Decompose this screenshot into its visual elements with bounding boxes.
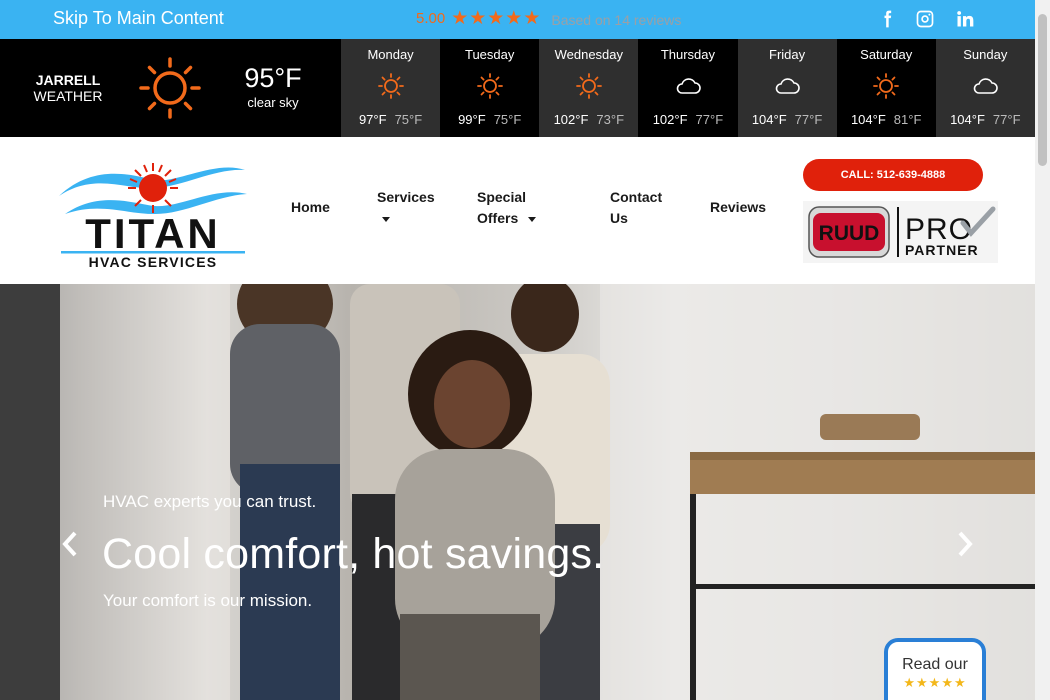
forecast-temps: 104°F 77°F: [936, 112, 1035, 127]
titan-hvac-logo[interactable]: TITAN HVAC SERVICES: [55, 152, 251, 270]
chevron-left-icon: [62, 531, 77, 557]
sun-icon: [377, 73, 404, 99]
forecast-low: 73°F: [596, 112, 625, 127]
forecast-low: 77°F: [992, 112, 1021, 127]
cloud-icon: [676, 78, 701, 94]
site-header: TITAN HVAC SERVICES Home Services Specia…: [0, 137, 1035, 284]
nav-special-offers[interactable]: Special Offers: [477, 187, 557, 229]
rating-stars: ★★★★★: [451, 8, 542, 29]
current-weather: 95°F clear sky: [230, 63, 316, 110]
logo-subtitle: HVAC SERVICES: [89, 254, 218, 270]
nav-special-label-1: Special: [477, 189, 527, 205]
forecast-temps: 104°F 77°F: [738, 112, 837, 127]
forecast-day-name: Wednesday: [554, 47, 624, 62]
forecast-high: 97°F: [358, 112, 387, 127]
chevron-down-icon: [522, 210, 537, 226]
forecast-day: Monday 97°F 75°F: [341, 39, 441, 137]
nav-home[interactable]: Home: [291, 197, 330, 218]
forecast-low: 75°F: [493, 112, 522, 127]
sun-icon: [476, 73, 503, 99]
forecast-low: 75°F: [394, 112, 423, 127]
scrollbar-thumb[interactable]: [1038, 14, 1047, 166]
forecast-temps: 102°F 73°F: [539, 112, 638, 127]
skip-to-main-link[interactable]: Skip To Main Content: [53, 8, 224, 29]
weather-widget: JARRELL WEATHER 95°F clear sky Monday 97°…: [0, 39, 1035, 137]
forecast-low: 77°F: [794, 112, 823, 127]
hero-subheading: Your comfort is our mission.: [103, 591, 313, 610]
linkedin-icon[interactable]: [954, 8, 976, 30]
hero-kicker: HVAC experts you can trust.: [103, 492, 317, 511]
nav-contact-label-1: Contact: [610, 189, 663, 205]
page-scrollbar[interactable]: [1035, 0, 1050, 700]
weather-location: JARRELL WEATHER: [20, 72, 116, 104]
forecast-high: 104°F: [950, 112, 985, 127]
forecast-temps: 104°F 81°F: [837, 112, 936, 127]
forecast-high: 104°F: [850, 112, 886, 127]
forecast-day-name: Thursday: [660, 47, 716, 62]
chevron-down-icon: [377, 210, 390, 226]
nav-reviews[interactable]: Reviews: [710, 197, 766, 218]
rating-count: Based on 14 reviews: [551, 12, 682, 28]
forecast-low: 81°F: [893, 112, 922, 127]
current-temperature: 95°F: [244, 63, 302, 93]
sun-icon: [575, 73, 602, 99]
partner-text: PARTNER: [905, 242, 979, 258]
forecast-day: Tuesday 99°F 75°F: [440, 39, 539, 137]
call-button[interactable]: CALL: 512-639-4888: [803, 159, 983, 191]
forecast-temps: 99°F 75°F: [440, 112, 539, 127]
forecast-day: Saturday 104°F 81°F: [837, 39, 936, 137]
forecast-temps: 97°F 75°F: [341, 112, 440, 127]
ruud-pro-partner-logo: RUUD PRO PARTNER: [803, 201, 998, 263]
nav-services[interactable]: Services: [377, 187, 437, 229]
facebook-icon[interactable]: [876, 8, 898, 30]
forecast-day-name: Sunday: [963, 47, 1008, 62]
forecast-day: Sunday 104°F 77°F: [935, 39, 1035, 137]
forecast-high: 104°F: [751, 112, 787, 127]
top-bar: Skip To Main Content 5.00 ★★★★★ Based on…: [0, 0, 1035, 39]
forecast-day: Thursday 102°F 77°F: [638, 39, 737, 137]
weather-city: JARRELL: [35, 72, 101, 88]
review-rating[interactable]: 5.00 ★★★★★ Based on 14 reviews: [416, 9, 681, 28]
nav-special-label-2: Offers: [477, 210, 519, 226]
rating-score: 5.00: [416, 10, 446, 27]
nav-contact-us[interactable]: Contact Us: [610, 187, 670, 229]
nav-services-label: Services: [377, 189, 435, 205]
current-condition: clear sky: [247, 95, 299, 110]
forecast-days: Monday 97°F 75°F Tuesday 99°F 75°F Wednesday 10…: [341, 39, 1035, 137]
logo-title: TITAN: [85, 210, 221, 257]
forecast-day-name: Saturday: [860, 47, 913, 62]
forecast-day-name: Tuesday: [464, 47, 515, 62]
cloud-icon: [775, 78, 800, 94]
hero-headline: Cool comfort, hot savings.: [102, 530, 605, 578]
forecast-day: Friday 104°F 77°F: [737, 39, 837, 137]
ruud-brand: RUUD: [819, 222, 880, 245]
sun-icon: [873, 73, 900, 99]
forecast-day: Wednesday 102°F 73°F: [539, 39, 639, 137]
chevron-right-icon: [958, 531, 973, 557]
cloud-icon: [974, 78, 999, 94]
forecast-temps: 102°F 77°F: [638, 112, 737, 127]
hero-slider: HVAC experts you can trust. Cool comfort…: [0, 284, 1035, 700]
forecast-day-name: Friday: [769, 47, 806, 62]
slider-next-button[interactable]: [953, 527, 977, 561]
forecast-high: 102°F: [553, 112, 589, 127]
badge-stars: ★★★★★: [903, 675, 967, 690]
slider-prev-button[interactable]: [58, 527, 82, 561]
read-reviews-badge[interactable]: Read our ★★★★★: [884, 638, 986, 700]
sun-icon: [139, 57, 201, 119]
nav-contact-label-2: Us: [610, 210, 628, 226]
weather-label: WEATHER: [33, 88, 103, 104]
badge-text: Read our: [902, 656, 968, 673]
forecast-high: 102°F: [652, 112, 688, 127]
instagram-icon[interactable]: [914, 8, 936, 30]
forecast-low: 77°F: [695, 112, 724, 127]
forecast-day-name: Monday: [367, 47, 414, 62]
forecast-high: 99°F: [458, 112, 486, 127]
